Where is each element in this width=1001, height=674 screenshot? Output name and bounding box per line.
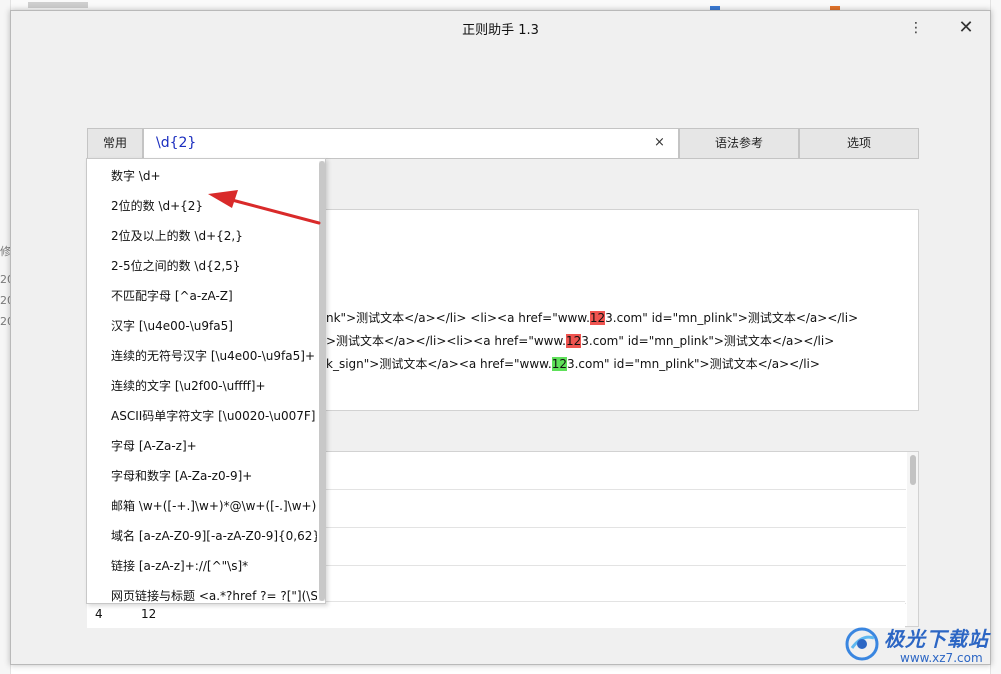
menu-item[interactable]: 数字 \d+ bbox=[87, 161, 317, 191]
watermark-name: 极光下载站 bbox=[884, 627, 989, 651]
scrollbar-thumb[interactable] bbox=[910, 455, 916, 485]
match-highlight: 12 bbox=[566, 334, 582, 348]
watermark-url: www.xz7.com bbox=[900, 651, 983, 665]
text-line: k_sign">测试文本</a><a href="www.123.com" id… bbox=[326, 355, 820, 372]
match-highlight: 12 bbox=[589, 311, 606, 325]
watermark-logo-icon bbox=[845, 627, 879, 661]
menu-item[interactable]: 2-5位之间的数 \d{2,5} bbox=[87, 251, 317, 281]
more-options-icon[interactable]: ⋮ bbox=[903, 15, 929, 41]
text-segment: 3.com" id="mn_plink">测试文本</a></li> bbox=[605, 311, 859, 325]
title-bar[interactable]: 正则助手 1.3 ⋮ ✕ bbox=[11, 11, 990, 45]
site-watermark: 极光下载站 www.xz7.com bbox=[840, 620, 996, 670]
text-line: >测试文本</a></li><li><a href="www.123.com" … bbox=[326, 332, 834, 349]
menu-item[interactable]: 2位的数 \d+{2} bbox=[87, 191, 317, 221]
menu-item[interactable]: 域名 [a-zA-Z0-9][-a-zA-Z0-9]{0,62} bbox=[87, 521, 317, 551]
common-patterns-button[interactable]: 常用 bbox=[87, 128, 143, 159]
text-segment: 3.com" id="mn_plink">测试文本</a></li> bbox=[581, 334, 835, 348]
window-title: 正则助手 1.3 bbox=[462, 23, 539, 38]
menu-scrollbar-thumb[interactable] bbox=[319, 161, 325, 601]
clear-icon[interactable]: × bbox=[654, 135, 665, 150]
text-segment: k_sign">测试文本</a><a href="www. bbox=[326, 357, 552, 371]
match-value: 12 bbox=[141, 607, 157, 621]
menu-item[interactable]: 连续的文字 [\u2f00-\uffff]+ bbox=[87, 371, 317, 401]
text-segment: >测试文本</a></li><li><a href="www. bbox=[326, 334, 566, 348]
background-right-panel bbox=[990, 0, 1001, 674]
regex-input[interactable]: \d{2} bbox=[156, 135, 196, 151]
table-row[interactable]: 4 12 bbox=[87, 601, 905, 628]
menu-item[interactable]: 不匹配字母 [^a-zA-Z] bbox=[87, 281, 317, 311]
text-segment: nk">测试文本</a></li> <li><a href="www. bbox=[326, 311, 590, 325]
menu-item[interactable]: 字母和数字 [A-Za-z0-9]+ bbox=[87, 461, 317, 491]
syntax-reference-button[interactable]: 语法参考 bbox=[679, 128, 799, 159]
background-title-fragment bbox=[28, 2, 88, 8]
text-segment: 3.com" id="mn_plink">测试文本</a></li> bbox=[566, 357, 820, 371]
menu-scrollbar[interactable] bbox=[319, 161, 325, 601]
menu-item[interactable]: 字母 [A-Za-z]+ bbox=[87, 431, 317, 461]
menu-item[interactable]: 邮箱 \w+([-+.]\w+)*@\w+([-.]\w+) bbox=[87, 491, 317, 521]
menu-item[interactable]: 汉字 [\u4e00-\u9fa5] bbox=[87, 311, 317, 341]
menu-item[interactable]: 网页链接与标题 <a.*?href ?= ?["](\S bbox=[87, 581, 317, 603]
close-button[interactable]: ✕ bbox=[953, 15, 979, 41]
menu-item[interactable]: 2位及以上的数 \d+{2,} bbox=[87, 221, 317, 251]
common-patterns-menu: 数字 \d+ 2位的数 \d+{2} 2位及以上的数 \d+{2,} 2-5位之… bbox=[86, 158, 326, 604]
options-button[interactable]: 选项 bbox=[799, 128, 919, 159]
menu-item[interactable]: 连续的无符号汉字 [\u4e00-\u9fa5]+ bbox=[87, 341, 317, 371]
text-line: nk">测试文本</a></li> <li><a href="www.123.c… bbox=[326, 309, 858, 326]
regex-input-box[interactable]: \d{2} × bbox=[143, 128, 679, 159]
menu-item[interactable]: 链接 [a-zA-z]+://[^"\s]* bbox=[87, 551, 317, 581]
menu-item[interactable]: ASCII码单字符文字 [\u0020-\u007F] bbox=[87, 401, 317, 431]
match-highlight: 12 bbox=[551, 357, 567, 371]
results-scrollbar[interactable] bbox=[907, 452, 918, 626]
background-top-strip bbox=[10, 0, 990, 10]
match-index: 4 bbox=[95, 607, 103, 621]
